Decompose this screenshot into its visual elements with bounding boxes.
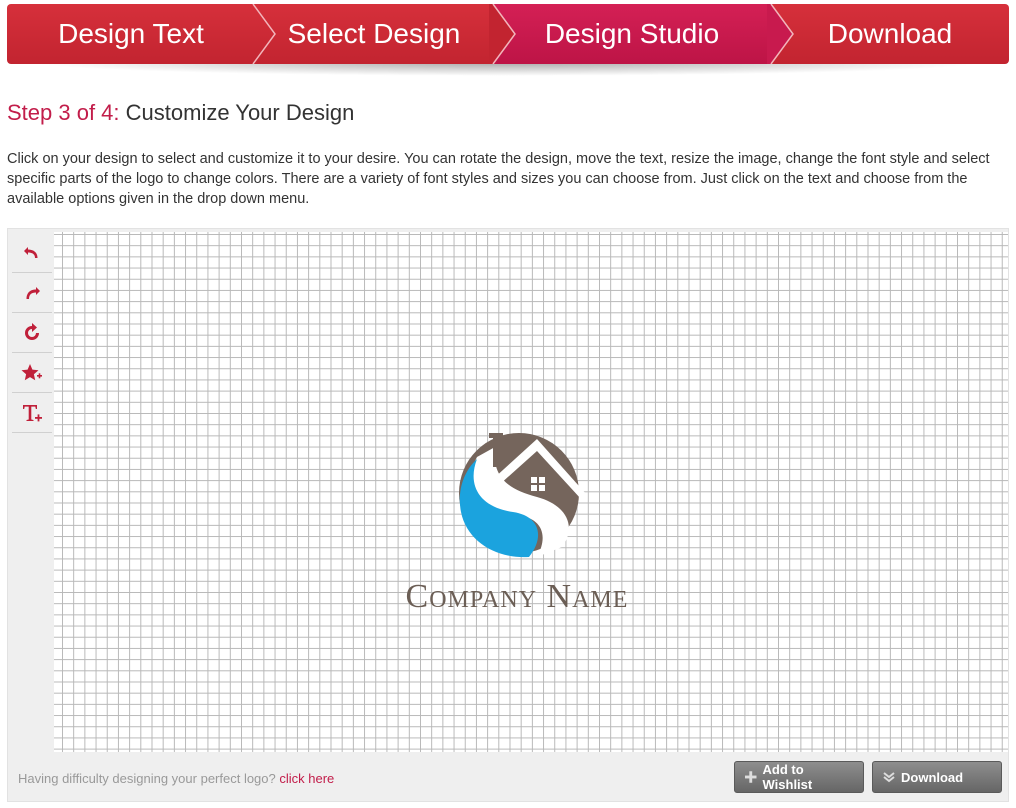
add-shape-icon: [21, 363, 42, 380]
instructions-text: Click on your design to select and custo…: [7, 151, 990, 207]
download-arrow-icon: [883, 772, 895, 783]
undo-button[interactable]: [12, 233, 52, 273]
step-label: Design Text: [58, 18, 204, 49]
refresh-icon: [25, 322, 39, 340]
step-label: Design Studio: [544, 18, 720, 49]
help-text: Having difficulty designing your perfect…: [18, 771, 334, 786]
step-download[interactable]: Download: [771, 4, 1009, 64]
company-name-text[interactable]: Company Name: [262, 578, 772, 616]
plus-icon: [745, 771, 757, 783]
steps-nav: Design Text Select Design Design Studio …: [7, 4, 1009, 76]
step-label: Download: [827, 18, 953, 49]
help-message: Having difficulty designing your perfect…: [18, 771, 276, 786]
undo-icon: [24, 246, 38, 258]
step-label: Select Design: [287, 18, 461, 49]
step-select-design[interactable]: Select Design: [255, 4, 493, 64]
help-link[interactable]: click here: [279, 771, 334, 786]
step-design-studio[interactable]: Design Studio: [493, 4, 771, 64]
canvas-area: Company Name: [62, 234, 1006, 750]
house-logo-icon[interactable]: [437, 417, 597, 577]
download-label: Download: [901, 769, 964, 785]
chevron-separator: [251, 4, 281, 64]
download-button[interactable]: Download: [872, 761, 1002, 793]
redo-icon: [26, 286, 40, 299]
redo-button[interactable]: [12, 273, 52, 313]
design-studio: Company Name Having difficulty designing…: [7, 228, 1009, 802]
add-shape-button[interactable]: [12, 353, 52, 393]
studio-footer: Having difficulty designing your perfect…: [8, 753, 1008, 801]
add-text-button[interactable]: [12, 393, 52, 433]
step-design-text[interactable]: Design Text: [7, 4, 255, 64]
chevron-separator: [767, 4, 797, 64]
refresh-button[interactable]: [12, 313, 52, 353]
title-text: Customize Your Design: [125, 100, 355, 125]
wishlist-label: Add to Wishlist: [762, 762, 813, 792]
add-to-wishlist-button[interactable]: Add to Wishlist: [734, 761, 864, 793]
studio-toolbar: [12, 233, 52, 433]
page-title: Step 3 of 4: Customize Your Design: [7, 100, 354, 126]
add-text-icon: [23, 404, 42, 421]
steps-shadow: [27, 62, 989, 76]
chevron-separator: [489, 4, 519, 64]
design-canvas[interactable]: Company Name: [54, 232, 1008, 752]
step-indicator: Step 3 of 4:: [7, 100, 120, 125]
